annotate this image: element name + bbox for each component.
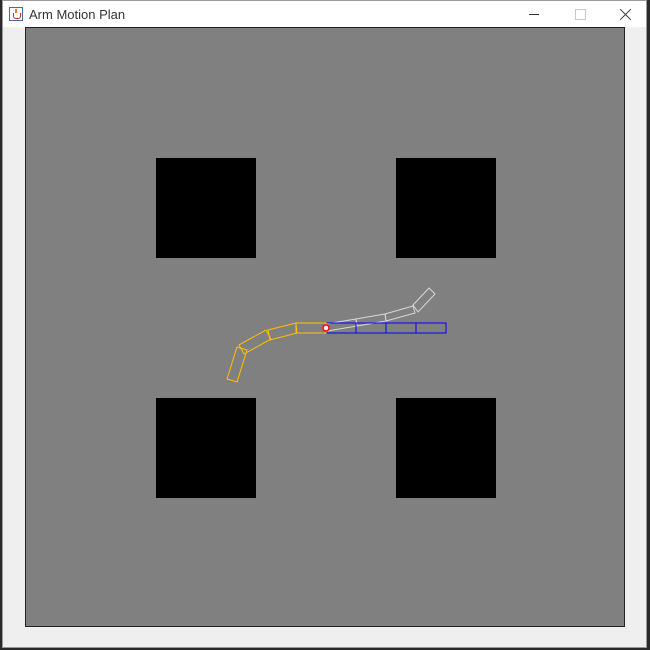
intermediate-link-1 [325, 318, 358, 332]
maximize-icon [574, 8, 586, 20]
goal-link-3 [385, 322, 417, 334]
start-link-4 [226, 346, 248, 383]
workspace-canvas[interactable] [25, 27, 625, 627]
maximize-button[interactable] [557, 1, 603, 27]
intermediate-link-3 [384, 305, 416, 322]
intermediate-link-4 [412, 287, 436, 313]
close-button[interactable] [603, 1, 649, 27]
start-link-2 [267, 322, 298, 341]
intermediate-link-2 [355, 313, 387, 327]
goal-link-4 [415, 322, 447, 334]
close-icon [620, 8, 632, 20]
app-window: Arm Motion Plan [2, 0, 647, 648]
goal-link-1 [325, 322, 357, 334]
start-link-1 [295, 322, 327, 334]
goal-link-2 [355, 322, 387, 334]
start-link-3 [238, 329, 272, 355]
minimize-icon [529, 13, 539, 15]
window-title: Arm Motion Plan [29, 6, 126, 22]
title-bar[interactable]: Arm Motion Plan [3, 1, 646, 27]
intermediate-arm [325, 287, 436, 332]
java-cup-icon [9, 7, 23, 21]
start-arm [226, 322, 327, 383]
arm-base-marker [322, 324, 330, 332]
arm-drawing [226, 287, 447, 383]
minimize-button[interactable] [511, 1, 557, 27]
